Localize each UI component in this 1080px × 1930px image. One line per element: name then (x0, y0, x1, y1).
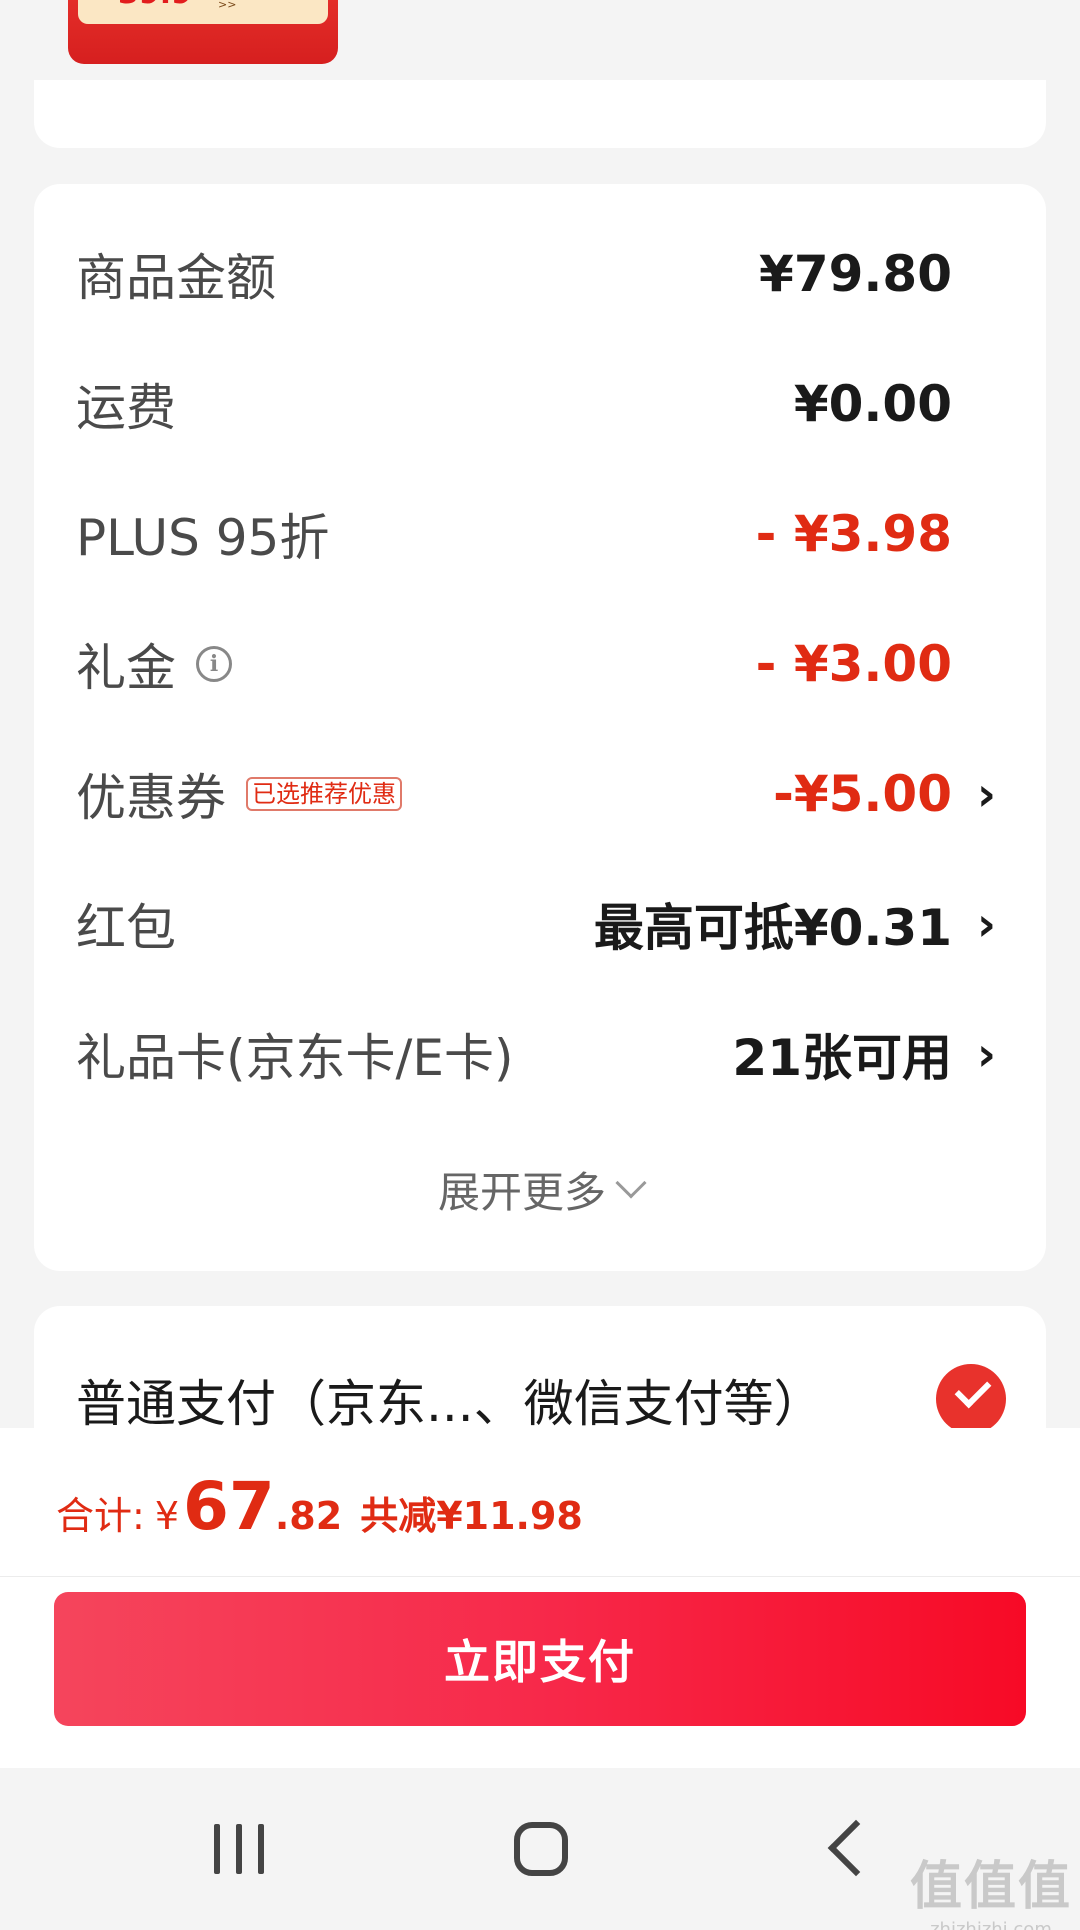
gift-money-label: 礼金 (76, 639, 176, 697)
check-icon[interactable] (936, 1364, 1006, 1434)
recent-apps-icon[interactable] (214, 1824, 264, 1874)
row-red-packet[interactable]: 红包 最高可抵¥0.31 › (76, 884, 996, 964)
system-navigation-bar: 值值值 zhizhizhi.com (0, 1768, 1080, 1930)
chevron-right-icon: › (977, 1027, 996, 1081)
footer-divider (0, 1576, 1080, 1577)
shipping-label: 运费 (76, 379, 176, 437)
previous-card-bottom (34, 80, 1046, 148)
red-packet-value: 最高可抵¥0.31 › (593, 897, 996, 957)
row-shipping: 运费 ¥0.00 (76, 364, 996, 444)
row-gift-money: 礼金 i - ¥3.00 (76, 624, 996, 704)
goods-amount-label: 商品金额 (76, 249, 276, 307)
total-decimal: .82 (274, 1494, 343, 1538)
plus-discount-label: PLUS 95折 (76, 509, 330, 567)
price-summary-card: 商品金额 ¥79.80 运费 ¥0.00 PLUS 95折 - ¥3.98 礼金… (34, 184, 1046, 1271)
expand-more-label: 展开更多 (437, 1167, 606, 1217)
row-goods-amount: 商品金额 ¥79.80 (76, 234, 996, 314)
goods-amount-value: ¥79.80 (759, 245, 952, 303)
pay-now-button[interactable]: 立即支付 (54, 1592, 1026, 1726)
coupon-label-group: 优惠券 已选推荐优惠 (76, 758, 402, 830)
chevron-right-icon: › (977, 897, 996, 951)
gift-card-label: 礼品卡(京东卡/E卡) (76, 1029, 514, 1087)
watermark-logo: 值值值 zhizhizhi.com (909, 1857, 1072, 1930)
row-plus-discount: PLUS 95折 - ¥3.98 (76, 494, 996, 574)
gift-money-label-group: 礼金 i (76, 628, 232, 700)
thumbnail-promo-text: 首购满99领手机支架 >> (218, 0, 237, 11)
total-savings: 共减¥11.98 (360, 1494, 583, 1538)
row-coupon[interactable]: 优惠券 已选推荐优惠 -¥5.00 › (76, 754, 996, 834)
gift-money-value: - ¥3.00 (755, 635, 952, 693)
coupon-label: 优惠券 (76, 769, 226, 827)
order-total: 合计: ¥ 67 .82 共减¥11.98 (56, 1468, 583, 1558)
shipping-value: ¥0.00 (793, 375, 952, 433)
home-icon[interactable] (514, 1822, 568, 1876)
chevron-right-icon: › (977, 767, 996, 821)
expand-more-button[interactable]: 展开更多 (34, 1154, 1046, 1224)
payment-method-label: 普通支付（京东...、微信支付等） (76, 1375, 824, 1433)
gift-card-value: 21张可用 › (732, 1027, 996, 1087)
product-thumbnail[interactable]: 39.9 首购满99领手机支架 >> (68, 0, 338, 64)
total-label: 合计: (56, 1494, 145, 1538)
back-icon[interactable] (827, 1819, 885, 1877)
total-integer: 67 (183, 1468, 275, 1545)
chevron-down-icon (615, 1167, 647, 1199)
row-gift-card[interactable]: 礼品卡(京东卡/E卡) 21张可用 › (76, 1014, 996, 1094)
thumbnail-price: 39.9 (118, 0, 192, 11)
info-icon[interactable]: i (196, 646, 232, 682)
plus-discount-value: - ¥3.98 (755, 505, 952, 563)
checkout-footer: 合计: ¥ 67 .82 共减¥11.98 立即支付 (0, 1428, 1080, 1768)
recommended-coupon-tag: 已选推荐优惠 (246, 776, 402, 812)
red-packet-label: 红包 (76, 899, 176, 957)
total-currency: ¥ (154, 1494, 179, 1538)
coupon-value: -¥5.00 › (773, 765, 996, 823)
